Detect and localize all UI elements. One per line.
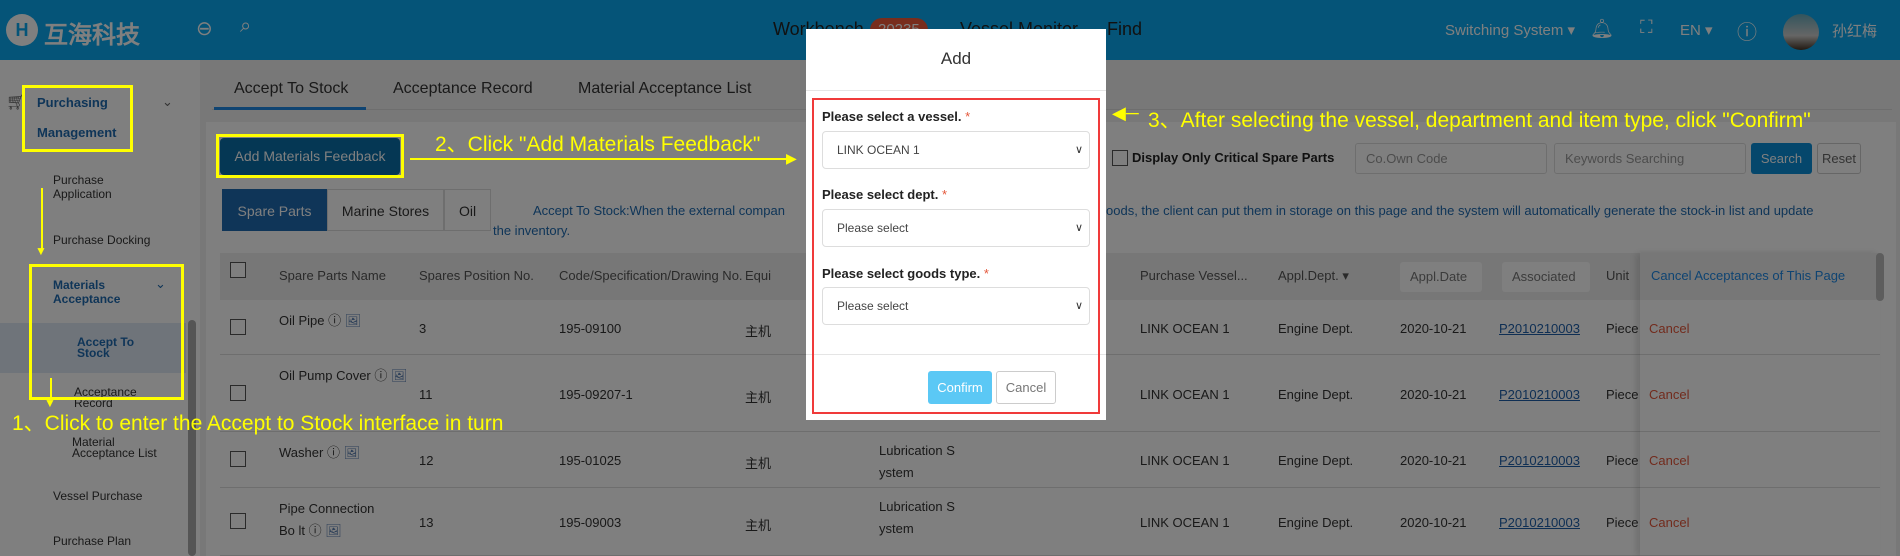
highlight-box-materials-acceptance	[29, 264, 184, 400]
add-dialog: Add Please select a vessel. * LINK OCEAN…	[806, 29, 1106, 420]
annotation-step3: 3、After selecting the vessel, department…	[1148, 109, 1811, 132]
annotation-step1: 1、Click to enter the Accept to Stock int…	[12, 412, 504, 435]
divider	[806, 90, 1106, 91]
highlight-box-dialog	[812, 98, 1100, 414]
highlight-box-add-button	[216, 134, 404, 178]
arrow-line	[41, 188, 43, 250]
arrow-down-icon: ▼	[35, 244, 47, 258]
dialog-title: Add	[940, 49, 972, 68]
arrow-right-icon: ▶	[786, 150, 797, 166]
arrow-left-icon: ◀─	[1112, 103, 1139, 123]
annotation-step2: 2、Click "Add Materials Feedback"	[435, 133, 761, 156]
highlight-box-purchasing	[22, 85, 133, 152]
arrow-line	[410, 158, 790, 160]
